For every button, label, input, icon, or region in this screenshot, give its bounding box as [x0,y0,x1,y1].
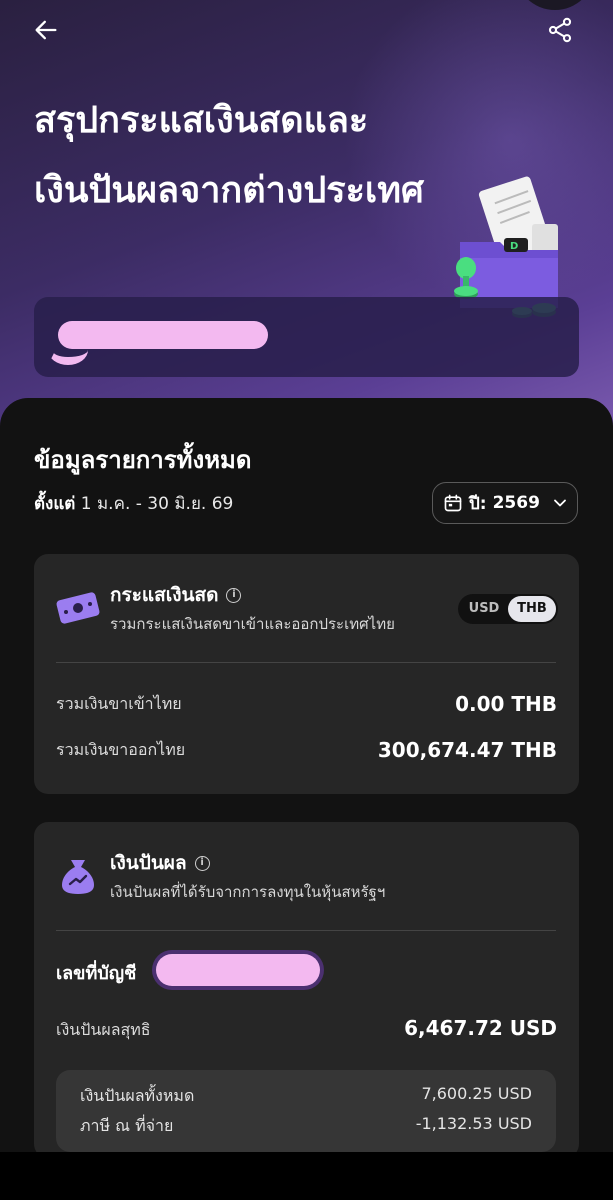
redacted-account-name [58,321,268,349]
money-bag-icon [62,860,94,894]
year-value: 2569 [492,493,540,513]
bottom-safe-area [0,1152,613,1200]
dividend-breakdown: เงินปันผลทั้งหมด 7,600.25 USD ภาษี ณ ที่… [56,1070,556,1152]
redacted-account-number [156,954,320,986]
date-range-value: 1 ม.ค. - 30 มิ.ย. 69 [75,494,234,514]
net-dividend-value: 6,467.72 USD [404,1016,557,1040]
divider [56,930,556,931]
withholding-tax-value: -1,132.53 USD [415,1114,532,1133]
dividend-subtitle: เงินปันผลที่ได้รับจากการลงทุนในหุ้นสหรัฐ… [110,883,386,901]
outflow-label: รวมเงินขาออกไทย [56,740,186,759]
dividend-title: เงินปันผล [110,852,187,874]
chevron-down-icon [554,499,566,507]
withholding-tax-label: ภาษี ณ ที่จ่าย [80,1116,174,1135]
content-sheet: ข้อมูลรายการทั้งหมด ตั้งแต่ 1 ม.ค. - 30 … [0,398,613,1158]
svg-text:D: D [510,241,518,252]
currency-toggle[interactable]: USD THB [458,594,558,624]
calendar-icon [444,494,462,512]
divider [56,662,556,663]
hero-banner: สรุปกระแสเงินสดและเงินปันผลจากต่างประเทศ… [0,0,613,430]
section-title: ข้อมูลรายการทั้งหมด [34,446,252,474]
arrow-left-icon [35,20,57,40]
share-icon [548,17,572,43]
back-button[interactable] [26,10,66,50]
redaction-scribble [48,335,88,365]
currency-option-thb[interactable]: THB [508,596,556,622]
date-range: ตั้งแต่ 1 ม.ค. - 30 มิ.ย. 69 [34,490,233,517]
net-dividend-label: เงินปันผลสุทธิ [56,1020,151,1039]
year-picker[interactable]: ปี: 2569 [432,482,578,524]
date-prefix: ตั้งแต่ [34,494,76,514]
banknote-icon [56,592,100,624]
total-dividend-label: เงินปันผลทั้งหมด [80,1086,195,1105]
cash-flow-card: กระแสเงินสด i รวมกระแสเงินสดขาเข้าและออก… [34,554,579,794]
total-dividend-value: 7,600.25 USD [421,1084,532,1103]
inflow-label: รวมเงินขาเข้าไทย [56,694,182,713]
cash-flow-title-row: กระแสเงินสด i [110,580,242,610]
inflow-value: 0.00 THB [455,692,557,716]
outflow-value: 300,674.47 THB [377,738,557,762]
currency-option-usd[interactable]: USD [460,596,508,622]
account-number-label: เลขที่บัญชี [56,963,137,984]
page-title: สรุปกระแสเงินสดและเงินปันผลจากต่างประเทศ [34,100,424,211]
dividend-card: เงินปันผล i เงินปันผลที่ได้รับจากการลงทุ… [34,822,579,1158]
dividend-title-row: เงินปันผล i [110,848,210,878]
share-button[interactable] [540,10,580,50]
cash-flow-title: กระแสเงินสด [110,584,219,606]
info-icon[interactable]: i [194,855,210,871]
account-selector[interactable] [34,297,579,377]
info-icon[interactable]: i [226,587,242,603]
year-label: ปี: [469,493,487,514]
cash-flow-subtitle: รวมกระแสเงินสดขาเข้าและออกประเทศไทย [110,615,395,633]
